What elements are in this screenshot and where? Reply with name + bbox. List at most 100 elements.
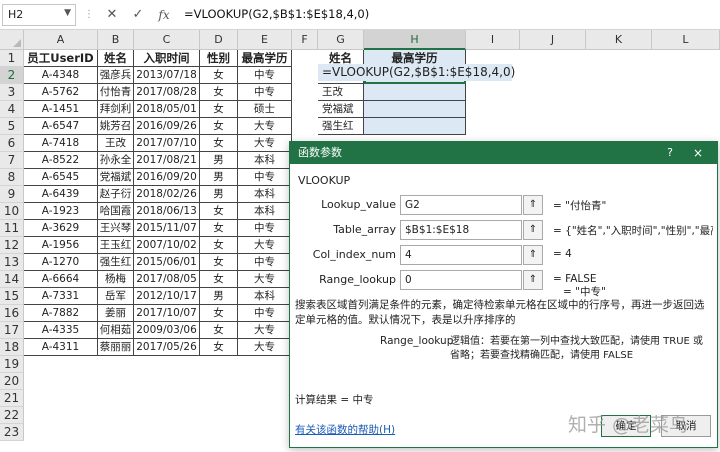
table-cell[interactable]: 付怡青 [98,84,134,101]
table-cell[interactable]: 2017/08/05 [134,271,200,288]
table-cell[interactable]: A-7418 [24,135,98,152]
table-cell[interactable]: 孙永全 [98,152,134,169]
select-all-corner[interactable] [0,30,24,50]
table-cell[interactable]: A-4311 [24,339,98,356]
arg-input-lookup-value[interactable]: G2 [400,195,522,215]
table-header-cell[interactable]: 最高学历 [238,50,292,67]
table-cell[interactable]: 2017/05/26 [134,339,200,356]
row-header-7[interactable]: 7 [0,152,24,169]
table-cell[interactable]: 2018/06/13 [134,203,200,220]
table-cell[interactable]: 2017/10/07 [134,305,200,322]
lookup-name-cell[interactable]: 强生红 [318,118,364,135]
row-header-18[interactable]: 18 [0,339,24,356]
table-cell[interactable]: 2018/05/01 [134,101,200,118]
collapse-dialog-icon[interactable]: ⇑ [523,270,543,290]
table-cell[interactable]: A-7882 [24,305,98,322]
table-cell[interactable]: 2015/06/01 [134,254,200,271]
row-header-9[interactable]: 9 [0,186,24,203]
table-cell[interactable]: 中专 [238,254,292,271]
table-cell[interactable]: A-1923 [24,203,98,220]
row-header-23[interactable]: 23 [0,424,24,441]
table-cell[interactable]: 中专 [238,305,292,322]
cancel-icon[interactable]: ✕ [103,6,121,24]
table-cell[interactable]: 女 [200,135,238,152]
column-header-i[interactable]: I [466,30,520,50]
table-cell[interactable]: 女 [200,118,238,135]
table-cell[interactable]: 女 [200,254,238,271]
lookup-result-cell[interactable] [364,118,466,135]
table-cell[interactable]: 硕士 [238,101,292,118]
row-header-17[interactable]: 17 [0,322,24,339]
table-cell[interactable]: 蔡丽丽 [98,339,134,356]
table-cell[interactable]: 2013/07/18 [134,67,200,84]
table-cell[interactable]: 姚芳召 [98,118,134,135]
table-cell[interactable]: 本科 [238,186,292,203]
table-cell[interactable]: 女 [200,322,238,339]
table-cell[interactable]: 2012/10/17 [134,288,200,305]
table-cell[interactable]: A-1451 [24,101,98,118]
table-cell[interactable]: 中专 [238,84,292,101]
table-cell[interactable]: 岳军 [98,288,134,305]
collapse-dialog-icon[interactable]: ⇑ [523,220,543,240]
formula-input[interactable]: =VLOOKUP(G2,$B$1:$E$18,4,0) [184,7,369,21]
column-header-a[interactable]: A [24,30,98,50]
name-box[interactable]: H2 ▼ [2,4,76,26]
table-cell[interactable]: 大专 [238,135,292,152]
table-cell[interactable]: A-6439 [24,186,98,203]
row-header-15[interactable]: 15 [0,288,24,305]
column-header-c[interactable]: C [134,30,200,50]
row-header-1[interactable]: 1 [0,50,24,67]
table-cell[interactable]: 2017/08/28 [134,84,200,101]
lookup-name-cell[interactable]: 党福斌 [318,101,364,118]
table-cell[interactable]: 男 [200,152,238,169]
lookup-result-cell[interactable] [364,84,466,101]
table-cell[interactable]: 男 [200,288,238,305]
column-header-j[interactable]: J [520,30,586,50]
column-header-d[interactable]: D [200,30,238,50]
table-cell[interactable]: 女 [200,101,238,118]
row-header-6[interactable]: 6 [0,135,24,152]
table-cell[interactable]: 2015/11/07 [134,220,200,237]
lookup-name-cell[interactable]: 王改 [318,84,364,101]
table-cell[interactable]: 女 [200,67,238,84]
column-header-b[interactable]: B [98,30,134,50]
table-cell[interactable]: A-1270 [24,254,98,271]
table-cell[interactable]: 大专 [238,237,292,254]
table-cell[interactable]: 2007/10/02 [134,237,200,254]
table-cell[interactable]: 女 [200,84,238,101]
check-icon[interactable]: ✓ [129,6,147,24]
table-cell[interactable]: 姜丽 [98,305,134,322]
table-cell[interactable]: 拜剑利 [98,101,134,118]
table-cell[interactable]: 王兴琴 [98,220,134,237]
collapse-dialog-icon[interactable]: ⇑ [523,195,543,215]
table-cell[interactable]: 中专 [238,220,292,237]
dialog-title-bar[interactable]: 函数参数 [290,142,717,164]
table-cell[interactable]: 本科 [238,288,292,305]
column-header-e[interactable]: E [238,30,292,50]
row-header-14[interactable]: 14 [0,271,24,288]
table-cell[interactable]: A-8522 [24,152,98,169]
close-icon[interactable]: × [693,142,703,164]
table-cell[interactable]: 大专 [238,118,292,135]
table-header-cell[interactable]: 姓名 [98,50,134,67]
table-cell[interactable]: A-6547 [24,118,98,135]
table-cell[interactable]: A-7331 [24,288,98,305]
table-cell[interactable]: 女 [200,203,238,220]
row-header-12[interactable]: 12 [0,237,24,254]
table-cell[interactable]: 大专 [238,322,292,339]
table-cell[interactable]: 男 [200,186,238,203]
row-header-5[interactable]: 5 [0,118,24,135]
table-cell[interactable]: 大专 [238,339,292,356]
table-cell[interactable]: 2009/03/06 [134,322,200,339]
table-cell[interactable]: 本科 [238,203,292,220]
collapse-dialog-icon[interactable]: ⇑ [523,245,543,265]
row-header-3[interactable]: 3 [0,84,24,101]
table-cell[interactable]: A-4348 [24,67,98,84]
table-cell[interactable]: 强彦兵 [98,67,134,84]
row-header-2[interactable]: 2 [0,67,24,84]
table-cell[interactable]: 中专 [238,169,292,186]
arg-input-col-index-num[interactable]: 4 [400,245,522,265]
table-cell[interactable]: 2017/07/10 [134,135,200,152]
table-header-cell[interactable]: 员工UserID [24,50,98,67]
table-cell[interactable]: A-6545 [24,169,98,186]
